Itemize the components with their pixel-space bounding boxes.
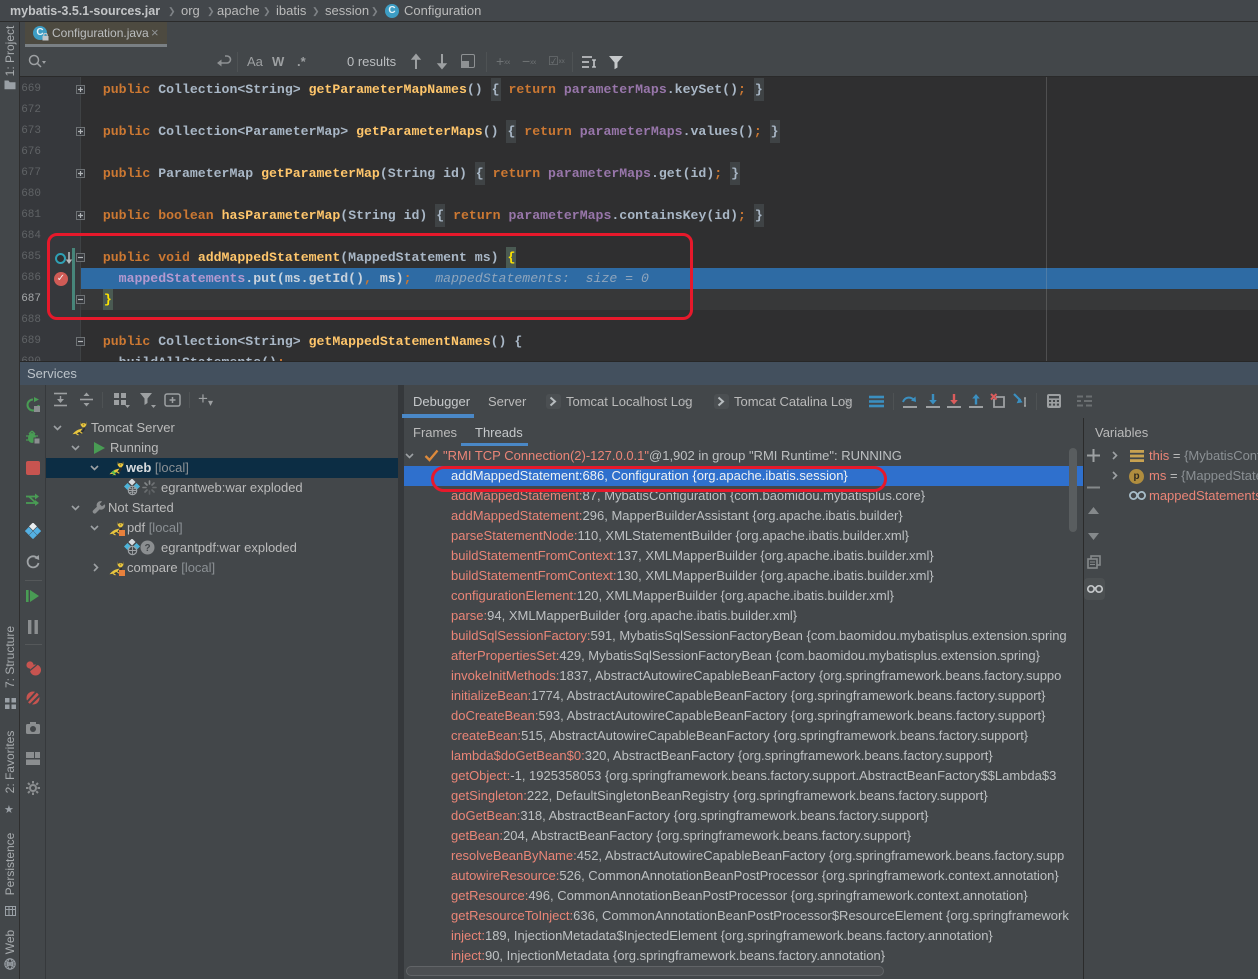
svg-text:?: ? [144,543,150,554]
